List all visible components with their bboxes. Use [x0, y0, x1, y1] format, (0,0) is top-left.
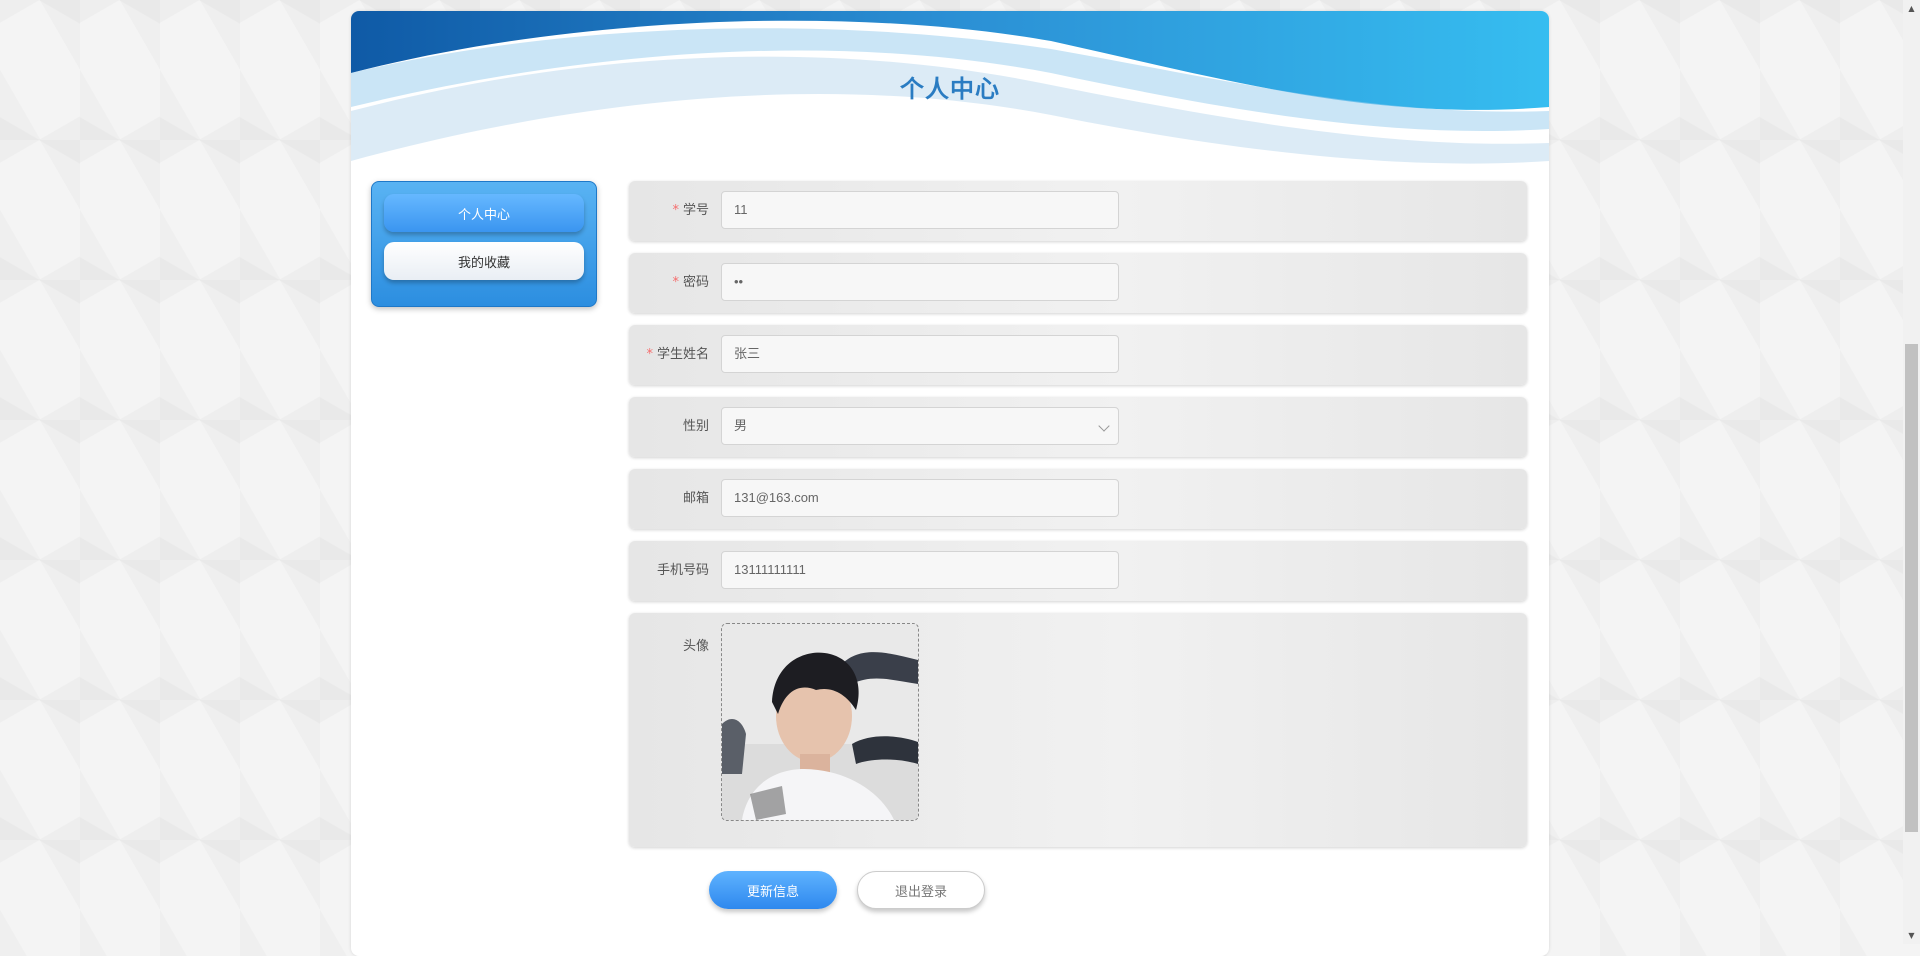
required-mark: * [672, 275, 679, 290]
email-input[interactable]: 131@163.com [721, 479, 1119, 517]
gender-label: 性别 [682, 419, 709, 434]
student-name-label: * 学生姓名 [646, 347, 709, 362]
avatar-row: 头像 [629, 613, 1527, 847]
profile-card: 个人中心 个人中心 我的收藏 * 学号 11 * 密码 •• * 学生姓名 张三 性别… [351, 11, 1549, 956]
sidebar-item-favorites[interactable]: 我的收藏 [384, 242, 584, 280]
page-scrollbar[interactable]: ▲ ▼ [1903, 0, 1920, 944]
phone-input[interactable]: 13111111111 [721, 551, 1119, 589]
password-label: * 密码 [672, 275, 709, 290]
required-mark: * [646, 347, 653, 362]
student-no-row: * 学号 11 [629, 181, 1527, 241]
logout-button[interactable]: 退出登录 [857, 871, 985, 909]
sidebar-item-profile[interactable]: 个人中心 [384, 194, 584, 232]
gender-select[interactable]: 男 [721, 407, 1119, 445]
scroll-up-arrow-icon[interactable]: ▲ [1903, 0, 1920, 17]
email-label: 邮箱 [682, 491, 709, 506]
gender-select-value: 男 [734, 418, 748, 433]
sidebar-menu: 个人中心 我的收藏 [371, 181, 597, 307]
chevron-down-icon [1098, 420, 1110, 432]
avatar-image [722, 624, 918, 820]
avatar-upload[interactable] [721, 623, 919, 821]
scroll-down-arrow-icon[interactable]: ▼ [1903, 927, 1920, 944]
email-row: 邮箱 131@163.com [629, 469, 1527, 529]
page-title: 个人中心 [900, 75, 1000, 103]
password-input[interactable]: •• [721, 263, 1119, 301]
update-info-button[interactable]: 更新信息 [709, 871, 837, 909]
phone-label: 手机号码 [656, 563, 709, 578]
phone-row: 手机号码 13111111111 [629, 541, 1527, 601]
student-no-input[interactable]: 11 [721, 191, 1119, 229]
student-name-input[interactable]: 张三 [721, 335, 1119, 373]
required-mark: * [672, 203, 679, 218]
password-row: * 密码 •• [629, 253, 1527, 313]
student-no-label: * 学号 [672, 203, 709, 218]
gender-row: 性别 男 [629, 397, 1527, 457]
avatar-label: 头像 [682, 639, 709, 654]
scrollbar-thumb[interactable] [1905, 344, 1918, 832]
student-name-row: * 学生姓名 张三 [629, 325, 1527, 385]
